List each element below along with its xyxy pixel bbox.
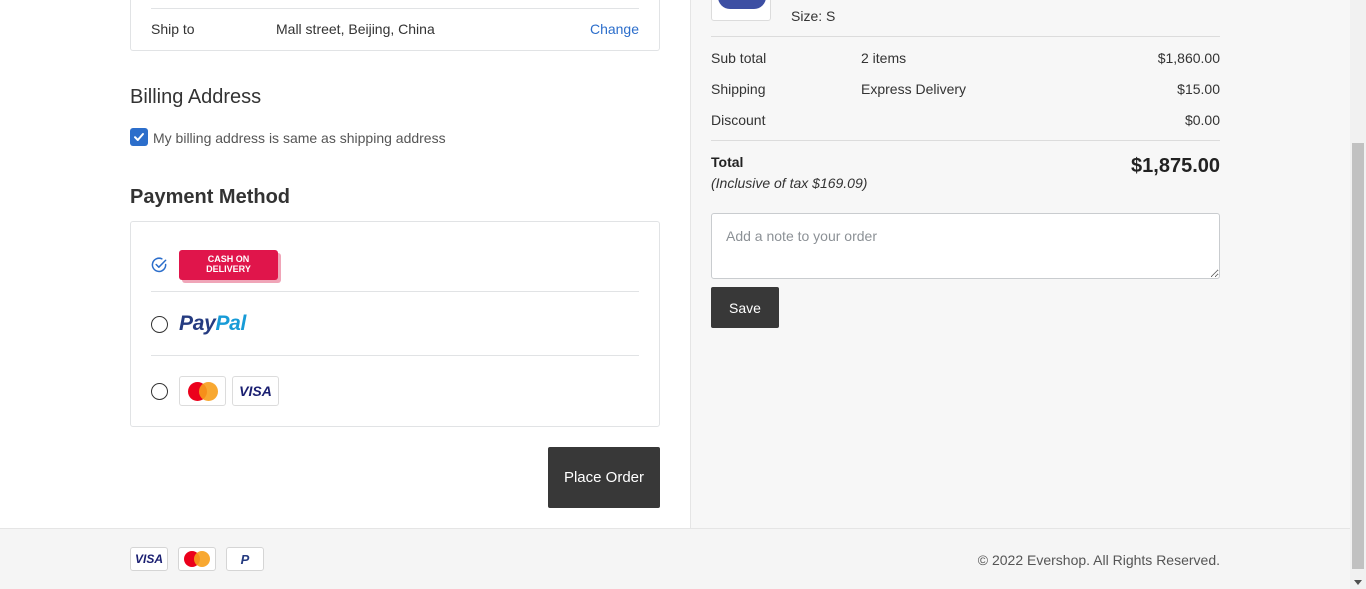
ship-to-label: Ship to xyxy=(151,21,195,37)
discount-label: Discount xyxy=(711,112,766,128)
change-shipping-link[interactable]: Change xyxy=(590,21,639,37)
mastercard-icon xyxy=(179,376,226,406)
copyright-text: © 2022 Evershop. All Rights Reserved. xyxy=(977,552,1220,568)
tax-note: (Inclusive of tax $169.09) xyxy=(711,175,868,191)
total-label: Total xyxy=(711,154,744,170)
ship-to-address: Mall street, Beijing, China xyxy=(276,21,435,37)
discount-value: $0.00 xyxy=(1184,112,1220,128)
visa-icon: VISA xyxy=(130,547,168,571)
shipping-summary-box: Ship to Mall street, Beijing, China Chan… xyxy=(130,0,660,51)
footer: VISA P © 2022 Evershop. All Rights Reser… xyxy=(0,528,1350,589)
paypal-logo-part2: Pal xyxy=(215,312,247,335)
billing-address-title: Billing Address xyxy=(130,86,262,108)
item-size: Size: S xyxy=(791,8,836,24)
footer-paypal-text: P xyxy=(240,551,250,567)
scroll-down-arrow-icon[interactable] xyxy=(1354,580,1362,585)
radio-checked-icon[interactable] xyxy=(151,256,168,273)
shoe-image xyxy=(718,0,766,9)
visa-icon: VISA xyxy=(232,376,279,406)
shipping-value: $15.00 xyxy=(1177,81,1220,97)
payment-methods-box: CASH ON DELIVERY PayPal VISA xyxy=(130,221,660,427)
mastercard-icon xyxy=(178,547,216,571)
payment-option-cod[interactable]: CASH ON DELIVERY xyxy=(151,238,639,292)
product-thumbnail xyxy=(711,0,771,21)
shipping-label: Shipping xyxy=(711,81,766,97)
billing-same-checkbox[interactable] xyxy=(130,128,148,146)
radio-unchecked-icon[interactable] xyxy=(151,315,168,333)
subtotal-label: Sub total xyxy=(711,50,767,66)
payment-method-title: Payment Method xyxy=(130,186,291,208)
cod-logo-line2: DELIVERY xyxy=(206,263,251,274)
paypal-logo-part1: Pay xyxy=(179,312,216,335)
divider xyxy=(711,36,1220,37)
subtotal-value: $1,860.00 xyxy=(1157,50,1220,66)
shipping-method: Express Delivery xyxy=(861,81,967,97)
footer-visa-text: VISA xyxy=(134,552,163,566)
billing-same-label[interactable]: My billing address is same as shipping a… xyxy=(153,130,446,146)
order-note-input[interactable] xyxy=(711,213,1220,279)
subtotal-items: 2 items xyxy=(861,50,907,66)
radio-unchecked-icon[interactable] xyxy=(151,382,168,400)
scrollbar-thumb[interactable] xyxy=(1352,143,1364,569)
save-note-button[interactable]: Save xyxy=(711,287,779,328)
payment-option-card[interactable]: VISA xyxy=(151,357,639,425)
vertical-scrollbar[interactable] xyxy=(1350,0,1366,589)
total-value: $1,875.00 xyxy=(1131,155,1220,177)
cash-on-delivery-logo: CASH ON DELIVERY xyxy=(179,249,278,280)
divider xyxy=(151,8,639,9)
checkmark-icon xyxy=(134,133,144,141)
visa-logo-text: VISA xyxy=(239,383,272,399)
paypal-icon: P xyxy=(226,547,264,571)
payment-option-paypal[interactable]: PayPal xyxy=(151,293,639,356)
place-order-button[interactable]: Place Order xyxy=(548,447,660,508)
cod-logo-line1: CASH ON xyxy=(207,253,250,264)
paypal-logo: PayPal xyxy=(179,312,246,336)
divider xyxy=(711,140,1220,141)
